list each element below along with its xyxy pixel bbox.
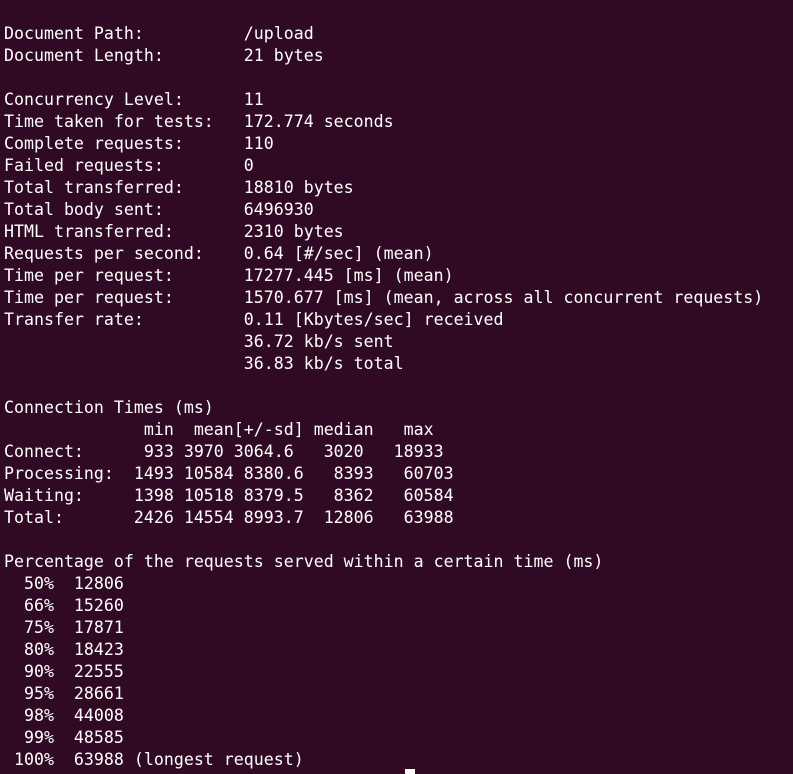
document-length-line: Document Length: 21 bytes bbox=[4, 46, 324, 65]
percentile-row-longest: 100% 63988 (longest request) bbox=[4, 750, 304, 769]
percentile-row: 95% 28661 bbox=[4, 684, 124, 703]
percentile-row: 75% 17871 bbox=[4, 618, 124, 637]
percentile-row: 80% 18423 bbox=[4, 640, 124, 659]
time-per-request-concurrent-line: Time per request: 1570.677 [ms] (mean, a… bbox=[4, 288, 764, 307]
connection-times-row-connect: Connect: 933 3970 3064.6 3020 18933 bbox=[4, 442, 444, 461]
connection-times-row-processing: Processing: 1493 10584 8380.6 8393 60703 bbox=[4, 464, 454, 483]
document-path-line: Document Path: /upload bbox=[4, 24, 314, 43]
terminal-output[interactable]: Document Path: /upload Document Length: … bbox=[4, 23, 793, 774]
percentiles-heading: Percentage of the requests served within… bbox=[4, 552, 604, 571]
time-per-request-line: Time per request: 17277.445 [ms] (mean) bbox=[4, 266, 454, 285]
percentile-row: 98% 44008 bbox=[4, 706, 124, 725]
transfer-rate-sent-line: 36.72 kb/s sent bbox=[4, 332, 394, 351]
percentile-row: 66% 15260 bbox=[4, 596, 124, 615]
total-body-sent-line: Total body sent: 6496930 bbox=[4, 200, 314, 219]
concurrency-level-line: Concurrency Level: 11 bbox=[4, 90, 264, 109]
percentile-row: 99% 48585 bbox=[4, 728, 124, 747]
connection-times-row-waiting: Waiting: 1398 10518 8379.5 8362 60584 bbox=[4, 486, 454, 505]
transfer-rate-total-line: 36.83 kb/s total bbox=[4, 354, 404, 373]
complete-requests-line: Complete requests: 110 bbox=[4, 134, 274, 153]
time-taken-line: Time taken for tests: 172.774 seconds bbox=[4, 112, 394, 131]
requests-per-second-line: Requests per second: 0.64 [#/sec] (mean) bbox=[4, 244, 434, 263]
total-transferred-line: Total transferred: 18810 bytes bbox=[4, 178, 354, 197]
transfer-rate-line: Transfer rate: 0.11 [Kbytes/sec] receive… bbox=[4, 310, 504, 329]
connection-times-header-row: min mean[+/-sd] median max bbox=[4, 420, 434, 439]
connection-times-heading: Connection Times (ms) bbox=[4, 398, 214, 417]
html-transferred-line: HTML transferred: 2310 bytes bbox=[4, 222, 344, 241]
percentile-row: 90% 22555 bbox=[4, 662, 124, 681]
connection-times-row-total: Total: 2426 14554 8993.7 12806 63988 bbox=[4, 508, 454, 527]
percentile-row: 50% 12806 bbox=[4, 574, 124, 593]
failed-requests-line: Failed requests: 0 bbox=[4, 156, 254, 175]
terminal-cursor bbox=[405, 769, 415, 774]
